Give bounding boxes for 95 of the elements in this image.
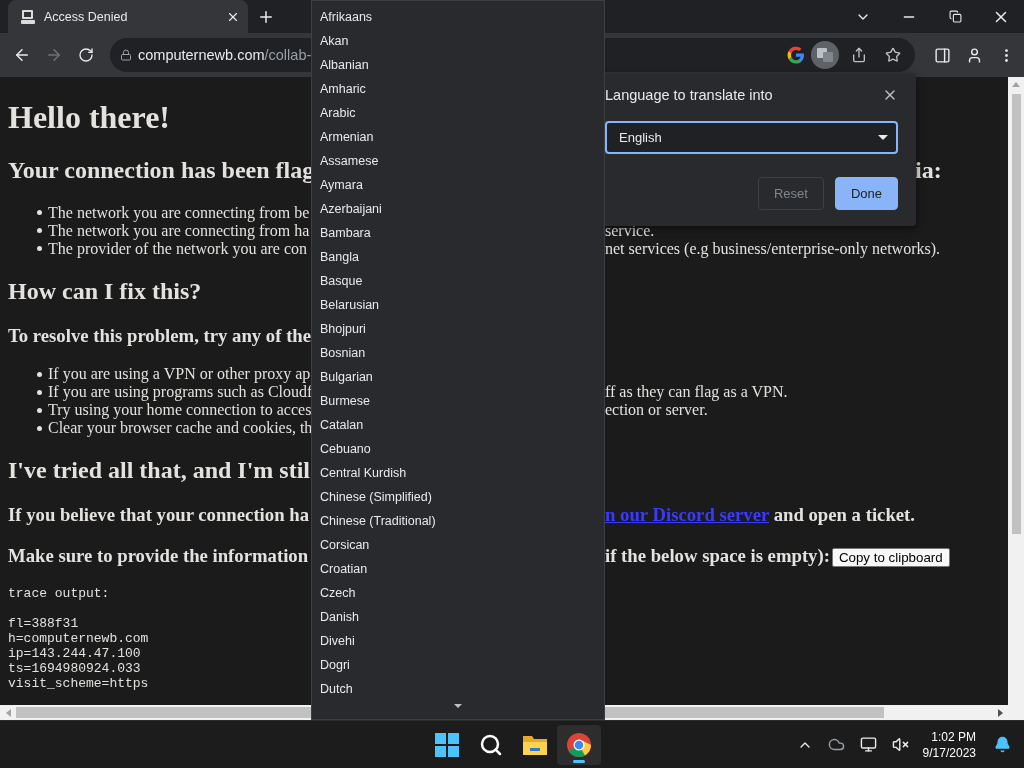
share-icon[interactable] [851, 47, 867, 63]
language-select[interactable]: English [605, 121, 898, 154]
language-option[interactable]: Bambara [312, 221, 604, 245]
bullet-icon [37, 425, 42, 431]
trace-text: fl=388f31 [8, 615, 80, 631]
language-option[interactable]: Corsican [312, 533, 604, 557]
language-option[interactable]: Dutch [312, 677, 604, 694]
language-option[interactable]: Bhojpuri [312, 317, 604, 341]
clock-date: 9/17/2023 [922, 744, 976, 761]
trace-text: h=computernewb.com [8, 630, 150, 646]
language-option[interactable]: Cebuano [312, 437, 604, 461]
tab-title: Access Denied [44, 9, 129, 24]
list-item-text: The network you are connecting from ha [48, 221, 310, 240]
list-item-text: Clear your browser cache and cookies, th [48, 419, 313, 438]
browser-tab[interactable]: Access Denied [8, 0, 248, 33]
restore-icon[interactable] [948, 10, 962, 23]
popup-button[interactable]: Done [834, 177, 898, 210]
list-item-text: Try using your home connection to acces [48, 401, 312, 420]
heading-text: ia: [915, 156, 942, 183]
language-option[interactable]: Danish [312, 605, 604, 629]
copy-button[interactable]: Copy to clipboard [831, 547, 950, 567]
notification-bell-icon[interactable] [993, 736, 1011, 753]
bookmark-star-icon[interactable] [885, 47, 901, 63]
language-option[interactable]: Central Kurdish [312, 461, 604, 485]
translate-icon[interactable] [811, 41, 839, 69]
bullet-icon [37, 246, 42, 252]
list-item-text: ff as they can flag as a VPN. [605, 383, 788, 401]
language-option[interactable]: Arabic [312, 101, 604, 125]
heading-text: Hello there! [8, 98, 170, 135]
heading-text: How can I fix this? [8, 277, 202, 304]
language-option[interactable]: Dogri [312, 653, 604, 677]
language-option[interactable]: Basque [312, 269, 604, 293]
list-item-text: ection or server. [605, 401, 708, 419]
search-icon [479, 732, 503, 757]
language-option[interactable]: Bangla [312, 245, 604, 269]
heading-text: Make sure to provide the information [8, 544, 309, 566]
language-option[interactable]: Burmese [312, 389, 604, 413]
language-option[interactable]: Chinese (Simplified) [312, 485, 604, 509]
cloud-icon[interactable] [828, 736, 846, 753]
language-option[interactable]: Afrikaans [312, 5, 604, 29]
chrome-icon [566, 731, 592, 758]
bullet-icon [37, 210, 42, 216]
taskbar-button[interactable] [557, 724, 601, 765]
heading-text: To resolve this problem, try any of the [8, 324, 312, 346]
computer-icon [20, 8, 36, 25]
volume-muted-icon[interactable] [892, 736, 910, 753]
bullet-icon [37, 228, 42, 234]
language-option[interactable]: Assamese [312, 149, 604, 173]
language-option[interactable]: Czech [312, 581, 604, 605]
side-panel-icon[interactable] [933, 46, 951, 64]
bullet-icon [37, 371, 42, 377]
heading-text: If you believe that your connection ha [8, 504, 309, 526]
language-option[interactable]: Azerbaijani [312, 197, 604, 221]
windows-logo-icon [435, 732, 459, 757]
language-option[interactable]: Croatian [312, 557, 604, 581]
list-item-text: If you are using a VPN or other proxy ap [48, 365, 311, 384]
language-option[interactable]: Bosnian [312, 341, 604, 365]
clock-time: 1:02 PM [931, 728, 976, 745]
clock[interactable]: 1:02 PM 9/17/2023 [922, 728, 976, 761]
list-item-text: The provider of the network you are con [48, 239, 307, 258]
back-icon[interactable] [13, 46, 31, 64]
language-option[interactable]: Divehi [312, 629, 604, 653]
trace-text: trace output: [8, 585, 111, 601]
vertical-scrollbar[interactable] [1008, 77, 1024, 705]
trace-text: ip=143.244.47.100 [8, 645, 142, 661]
language-option[interactable]: Akan [312, 29, 604, 53]
google-icon[interactable] [787, 46, 805, 64]
trace-text: ts=1694980924.033 [8, 660, 142, 676]
bullet-icon [37, 389, 42, 395]
scroll-right-icon[interactable] [997, 708, 1003, 717]
list-item-text: net services (e.g business/enterprise-only networks). [605, 239, 940, 257]
heading-text: if the below space is empty): [605, 544, 830, 566]
popup-title: Language to translate into [605, 87, 773, 103]
dropdown-caret-icon [878, 134, 888, 141]
folder-icon [522, 733, 548, 756]
network-icon[interactable] [860, 736, 878, 753]
language-option[interactable]: Catalan [312, 413, 604, 437]
lock-icon [120, 49, 132, 61]
heading-text: and open a ticket. [772, 504, 915, 526]
heading-text: I've tried all that, and I'm stil [8, 457, 310, 484]
language-option[interactable]: Armenian [312, 125, 604, 149]
list-item-text: service. [605, 221, 655, 239]
language-option[interactable]: Belarusian [312, 293, 604, 317]
language-option[interactable]: Amharic [312, 77, 604, 101]
trace-text: visit_scheme=https [8, 675, 150, 691]
reload-icon[interactable] [78, 47, 94, 63]
bullet-icon [37, 407, 42, 413]
list-item-text: If you are using programs such as Cloudf [48, 383, 313, 402]
url-text: computernewb.com/collab- [138, 47, 312, 63]
language-option[interactable]: Bulgarian [312, 365, 604, 389]
language-option[interactable]: Albanian [312, 53, 604, 77]
list-item-text: The network you are connecting from be [48, 203, 310, 222]
language-option[interactable]: Chinese (Traditional) [312, 509, 604, 533]
running-indicator [573, 759, 585, 763]
language-option[interactable]: Aymara [312, 173, 604, 197]
